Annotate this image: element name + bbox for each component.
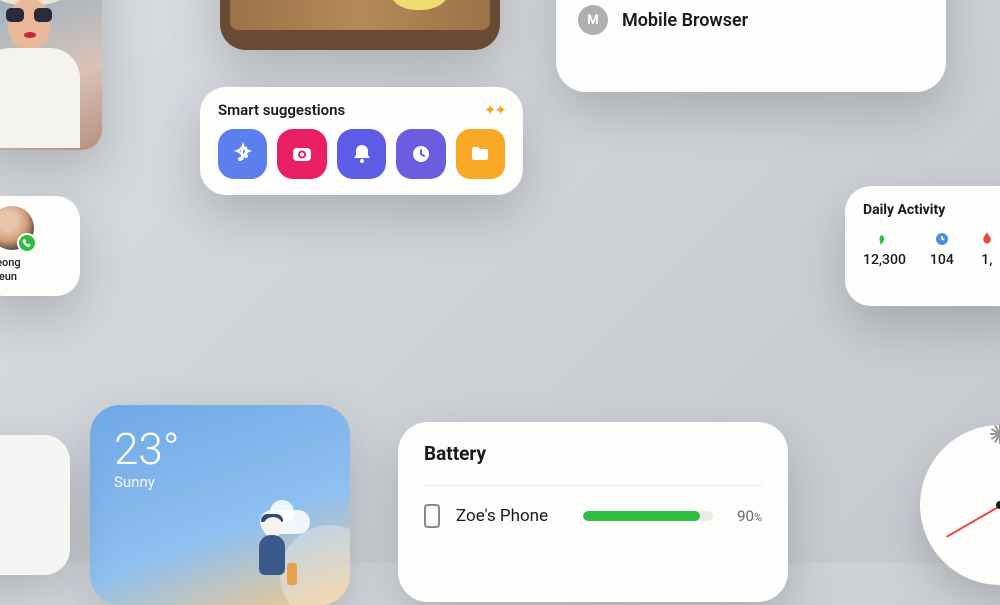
temperature: 23°	[114, 427, 326, 471]
files-app-icon[interactable]	[456, 129, 505, 179]
contact-widget[interactable]: Jeong Jieun	[0, 196, 80, 296]
clock-face	[920, 425, 1000, 585]
bookmarks-widget: O One UI Design M Mobile Browser	[556, 0, 946, 92]
list-item[interactable]: M Mobile Browser	[578, 0, 924, 44]
steps-icon	[875, 230, 893, 248]
activity-title: Daily Activity	[863, 202, 1000, 218]
battery-title: Battery	[424, 442, 762, 465]
stat-value: 1,	[981, 252, 992, 268]
calories-icon	[978, 230, 996, 248]
battery-bar	[583, 511, 713, 521]
list-badge-icon: M	[578, 5, 608, 35]
camera-app-icon[interactable]	[277, 129, 326, 179]
smart-suggestions-widget: Smart suggestions ✦✦	[200, 87, 523, 195]
weather-illustration	[235, 485, 325, 605]
divider	[424, 485, 762, 486]
time-icon	[933, 230, 951, 248]
battery-percent: 90%	[737, 507, 762, 525]
second-hand	[946, 505, 1000, 538]
daily-activity-widget[interactable]: Daily Activity 12,300 104 1,	[845, 186, 1000, 306]
photo-content	[0, 0, 102, 150]
photo-widget[interactable]	[0, 0, 102, 150]
phone-icon	[424, 504, 440, 528]
weather-widget[interactable]: 23° Sunny	[90, 405, 350, 605]
battery-fill	[583, 511, 700, 521]
stat-value: 104	[930, 252, 954, 268]
music-app-icon[interactable]	[218, 129, 267, 179]
smart-suggestions-title: Smart suggestions	[218, 101, 345, 119]
time-stat: 104	[930, 230, 954, 268]
clock-widget[interactable]	[920, 425, 1000, 585]
sparkle-icon: ✦✦	[484, 101, 505, 119]
steps-stat: 12,300	[863, 230, 906, 268]
calories-stat: 1,	[978, 230, 996, 268]
clock-app-icon[interactable]	[396, 129, 445, 179]
contact-name: Jeong Jieun	[0, 256, 70, 284]
battery-widget[interactable]: Battery Zoe's Phone 90%	[398, 422, 788, 602]
food-photo-widget[interactable]	[220, 0, 500, 50]
reminder-app-icon[interactable]	[337, 129, 386, 179]
mini-weather-widget[interactable]: Thu	[0, 435, 70, 575]
stat-value: 12,300	[863, 252, 906, 268]
call-badge-icon	[17, 233, 37, 253]
device-name: Zoe's Phone	[456, 506, 567, 526]
list-item-label: Mobile Browser	[622, 10, 748, 31]
